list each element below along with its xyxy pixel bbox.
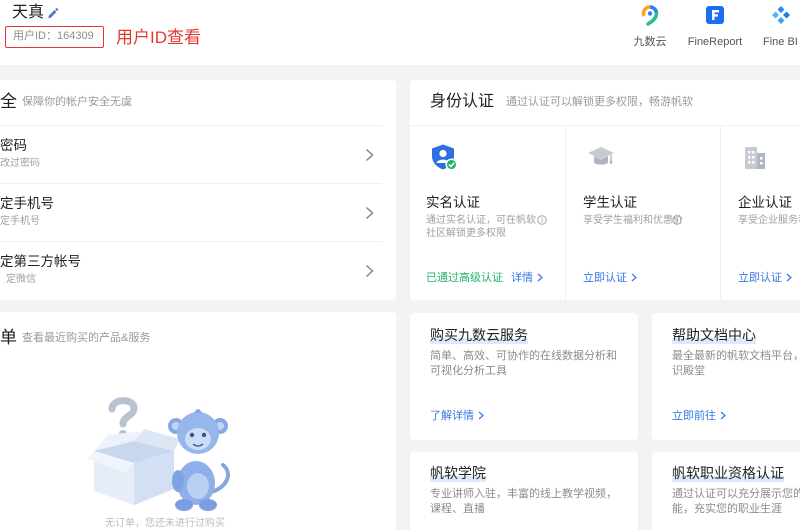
app-label: FineReport xyxy=(687,36,743,48)
real-name-verification: 实名认证 通过实名认证，可在帆软 社区解锁更多权限 已通过高级认证 详情 xyxy=(410,126,565,300)
service-title: 帆软职业资格认证 xyxy=(672,464,784,482)
app-label: 九数云 xyxy=(633,36,667,48)
service-card-help-docs[interactable]: 帮助文档中心 最全最新的帆软文档平台， 识殿堂 立即前往 xyxy=(652,313,800,440)
verify-now-link[interactable]: 立即认证 xyxy=(583,272,637,284)
jiushuyun-logo-icon xyxy=(641,5,659,26)
orders-card: 单 查看最近购买的产品&服务 无订单，您还未进行过购买 xyxy=(0,312,396,530)
app-finereport[interactable]: FineReport xyxy=(680,4,750,50)
enterprise-verification: 企业认证 享受企业服务和 立即认证 xyxy=(720,126,800,300)
row-desc: 定手机号 xyxy=(0,216,40,227)
chevron-right-icon xyxy=(720,411,726,420)
verification-desc: 享受学生福利和优惠价 xyxy=(583,215,683,226)
user-id-annotation: 用户ID查看 xyxy=(116,28,201,47)
shield-user-check-icon xyxy=(432,144,458,171)
chevron-right-icon xyxy=(366,264,374,278)
service-desc: 能，充实您的职业生涯 xyxy=(672,503,782,515)
service-title: 购买九数云服务 xyxy=(430,326,528,344)
service-title: 帆软学院 xyxy=(430,464,486,482)
service-title: 帮助文档中心 xyxy=(672,326,756,344)
row-desc: 定微信 xyxy=(6,274,36,285)
service-desc: 通过认证可以充分展示您的 xyxy=(672,488,800,500)
user-id-highlight-box: 用户ID：164309 xyxy=(5,26,104,48)
account-security-card: 全 保障你的帐户安全无虞 密码 改过密码 定手机号 定手机号 定第三方帐号 定微… xyxy=(0,80,396,300)
info-circle-icon[interactable] xyxy=(672,215,682,225)
user-name: 天真 xyxy=(12,4,45,21)
security-row-phone[interactable]: 定手机号 定手机号 xyxy=(0,183,382,241)
row-title: 定第三方帐号 xyxy=(0,254,81,269)
security-row-third-party[interactable]: 定第三方帐号 定微信 xyxy=(0,241,382,299)
link-label: 立即前往 xyxy=(672,410,716,422)
details-link[interactable]: 详情 xyxy=(511,272,543,284)
section-subtitle: 保障你的帐户安全无虞 xyxy=(22,96,132,108)
learn-more-link[interactable]: 了解详情 xyxy=(430,409,484,423)
section-title: 身份认证 xyxy=(430,93,495,110)
link-label: 立即认证 xyxy=(583,272,627,284)
top-header: 天真 用户ID：164309 用户ID查看 九数云 FineReport Fin… xyxy=(0,0,800,65)
building-icon xyxy=(745,147,765,169)
empty-orders-illustration xyxy=(88,397,230,511)
verification-title: 企业认证 xyxy=(738,195,792,210)
verified-status: 已通过高级认证 xyxy=(426,272,503,284)
verification-desc: 社区解锁更多权限 xyxy=(426,228,506,239)
chevron-right-icon xyxy=(786,273,792,282)
verification-desc: 享受企业服务和 xyxy=(738,215,800,226)
row-desc: 改过密码 xyxy=(0,158,40,169)
service-desc: 专业讲师入驻，丰富的线上教学视频， xyxy=(430,488,617,500)
verification-title: 学生认证 xyxy=(583,195,637,210)
link-label: 了解详情 xyxy=(430,410,474,422)
finebi-logo-icon xyxy=(772,6,790,24)
service-card-certification[interactable]: 帆软职业资格认证 通过认证可以充分展示您的 能，充实您的职业生涯 xyxy=(652,452,800,530)
chevron-right-icon xyxy=(631,273,637,282)
verify-now-link[interactable]: 立即认证 xyxy=(738,272,792,284)
service-card-academy[interactable]: 帆软学院 专业讲师入驻，丰富的线上教学视频， 课程、直播 xyxy=(410,452,638,530)
section-subtitle: 通过认证可以解锁更多权限，畅游帆软 xyxy=(506,96,693,108)
user-id-text: 用户ID：164309 xyxy=(13,30,94,42)
section-title: 单 xyxy=(0,328,17,347)
section-subtitle: 查看最近购买的产品&服务 xyxy=(22,332,151,344)
app-jiushuyun[interactable]: 九数云 xyxy=(615,4,685,50)
finereport-logo-icon xyxy=(706,6,724,24)
row-title: 定手机号 xyxy=(0,196,54,211)
verification-footer: 立即认证 xyxy=(738,271,792,285)
service-desc: 可视化分析工具 xyxy=(430,365,507,377)
verification-desc: 通过实名认证，可在帆软 xyxy=(426,215,536,226)
service-desc: 简单、高效、可协作的在线数据分析和 xyxy=(430,350,617,362)
edit-pencil-icon[interactable] xyxy=(47,8,58,19)
link-label: 立即认证 xyxy=(738,272,782,284)
service-card-buy-jiushuyun[interactable]: 购买九数云服务 简单、高效、可协作的在线数据分析和 可视化分析工具 了解详情 xyxy=(410,313,638,440)
verification-title: 实名认证 xyxy=(426,195,480,210)
section-title: 全 xyxy=(0,92,17,111)
empty-orders-text: 无订单，您还未进行过购买 xyxy=(105,518,225,529)
verification-footer: 立即认证 xyxy=(583,271,637,285)
service-desc: 识殿堂 xyxy=(672,365,705,377)
identity-verification-card: 身份认证 通过认证可以解锁更多权限，畅游帆软 实名认证 通过实名认证，可在帆软 … xyxy=(410,80,800,300)
security-row-password[interactable]: 密码 改过密码 xyxy=(0,125,382,183)
graduation-cap-icon xyxy=(588,147,614,165)
chevron-right-icon xyxy=(478,411,484,420)
app-label: Fine BI xyxy=(763,36,798,48)
row-title: 密码 xyxy=(0,138,27,153)
go-now-link[interactable]: 立即前往 xyxy=(672,409,726,423)
chevron-right-icon xyxy=(366,148,374,162)
chevron-right-icon xyxy=(537,273,543,282)
app-finebi[interactable]: Fine BI xyxy=(750,4,800,50)
link-label: 详情 xyxy=(511,272,534,284)
info-circle-icon[interactable] xyxy=(537,215,547,225)
chevron-right-icon xyxy=(366,206,374,220)
service-desc: 课程、直播 xyxy=(430,503,485,515)
service-desc: 最全最新的帆软文档平台， xyxy=(672,350,800,362)
verification-footer: 已通过高级认证 详情 xyxy=(426,271,543,285)
student-verification: 学生认证 享受学生福利和优惠价 立即认证 xyxy=(565,126,720,300)
